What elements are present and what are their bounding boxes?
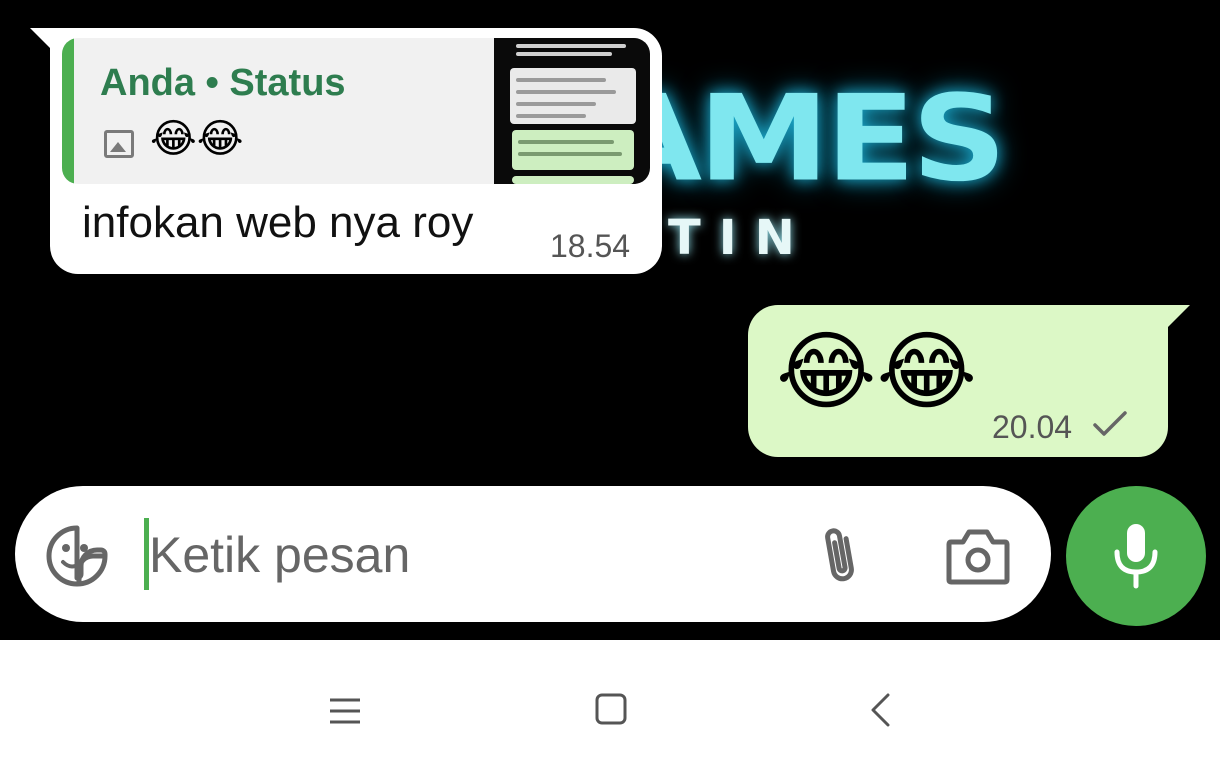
chat-area: AMES TIN Anda • Status 😂😂 infokan web ny… bbox=[0, 0, 1220, 640]
outgoing-message-time: 20.04 bbox=[992, 409, 1073, 445]
quoted-status-reply[interactable]: Anda • Status 😂😂 bbox=[62, 38, 650, 184]
check-icon bbox=[1093, 411, 1127, 436]
voice-record-button[interactable] bbox=[1066, 486, 1206, 626]
incoming-message-time: 18.54 bbox=[550, 228, 631, 264]
home-square-icon[interactable] bbox=[594, 692, 628, 726]
quote-author: Anda • Status bbox=[100, 62, 346, 104]
outgoing-bubble-tail bbox=[1168, 305, 1190, 327]
outgoing-message-emoji: 😂😂 bbox=[776, 322, 977, 422]
incoming-bubble-tail bbox=[30, 28, 52, 50]
menu-icon[interactable] bbox=[328, 697, 362, 725]
status-thumbnail bbox=[494, 38, 650, 184]
system-navigation-bar bbox=[0, 640, 1220, 782]
image-icon bbox=[104, 130, 134, 158]
microphone-icon bbox=[1114, 524, 1158, 589]
back-chevron-icon[interactable] bbox=[868, 692, 892, 728]
outgoing-message-bubble[interactable]: 😂😂 20.04 bbox=[748, 305, 1168, 457]
message-composer bbox=[15, 486, 1051, 622]
quote-accent-bar bbox=[62, 38, 74, 184]
paperclip-icon[interactable] bbox=[815, 524, 865, 588]
wallpaper-subtitle: TIN bbox=[668, 210, 813, 266]
message-input[interactable] bbox=[149, 524, 769, 586]
sticker-icon[interactable] bbox=[45, 524, 109, 588]
incoming-message-bubble[interactable]: Anda • Status 😂😂 infokan web nya roy 18.… bbox=[50, 28, 662, 274]
incoming-message-text: infokan web nya roy bbox=[82, 198, 474, 247]
camera-icon[interactable] bbox=[945, 526, 1011, 586]
quote-emoji: 😂😂 bbox=[150, 116, 244, 162]
